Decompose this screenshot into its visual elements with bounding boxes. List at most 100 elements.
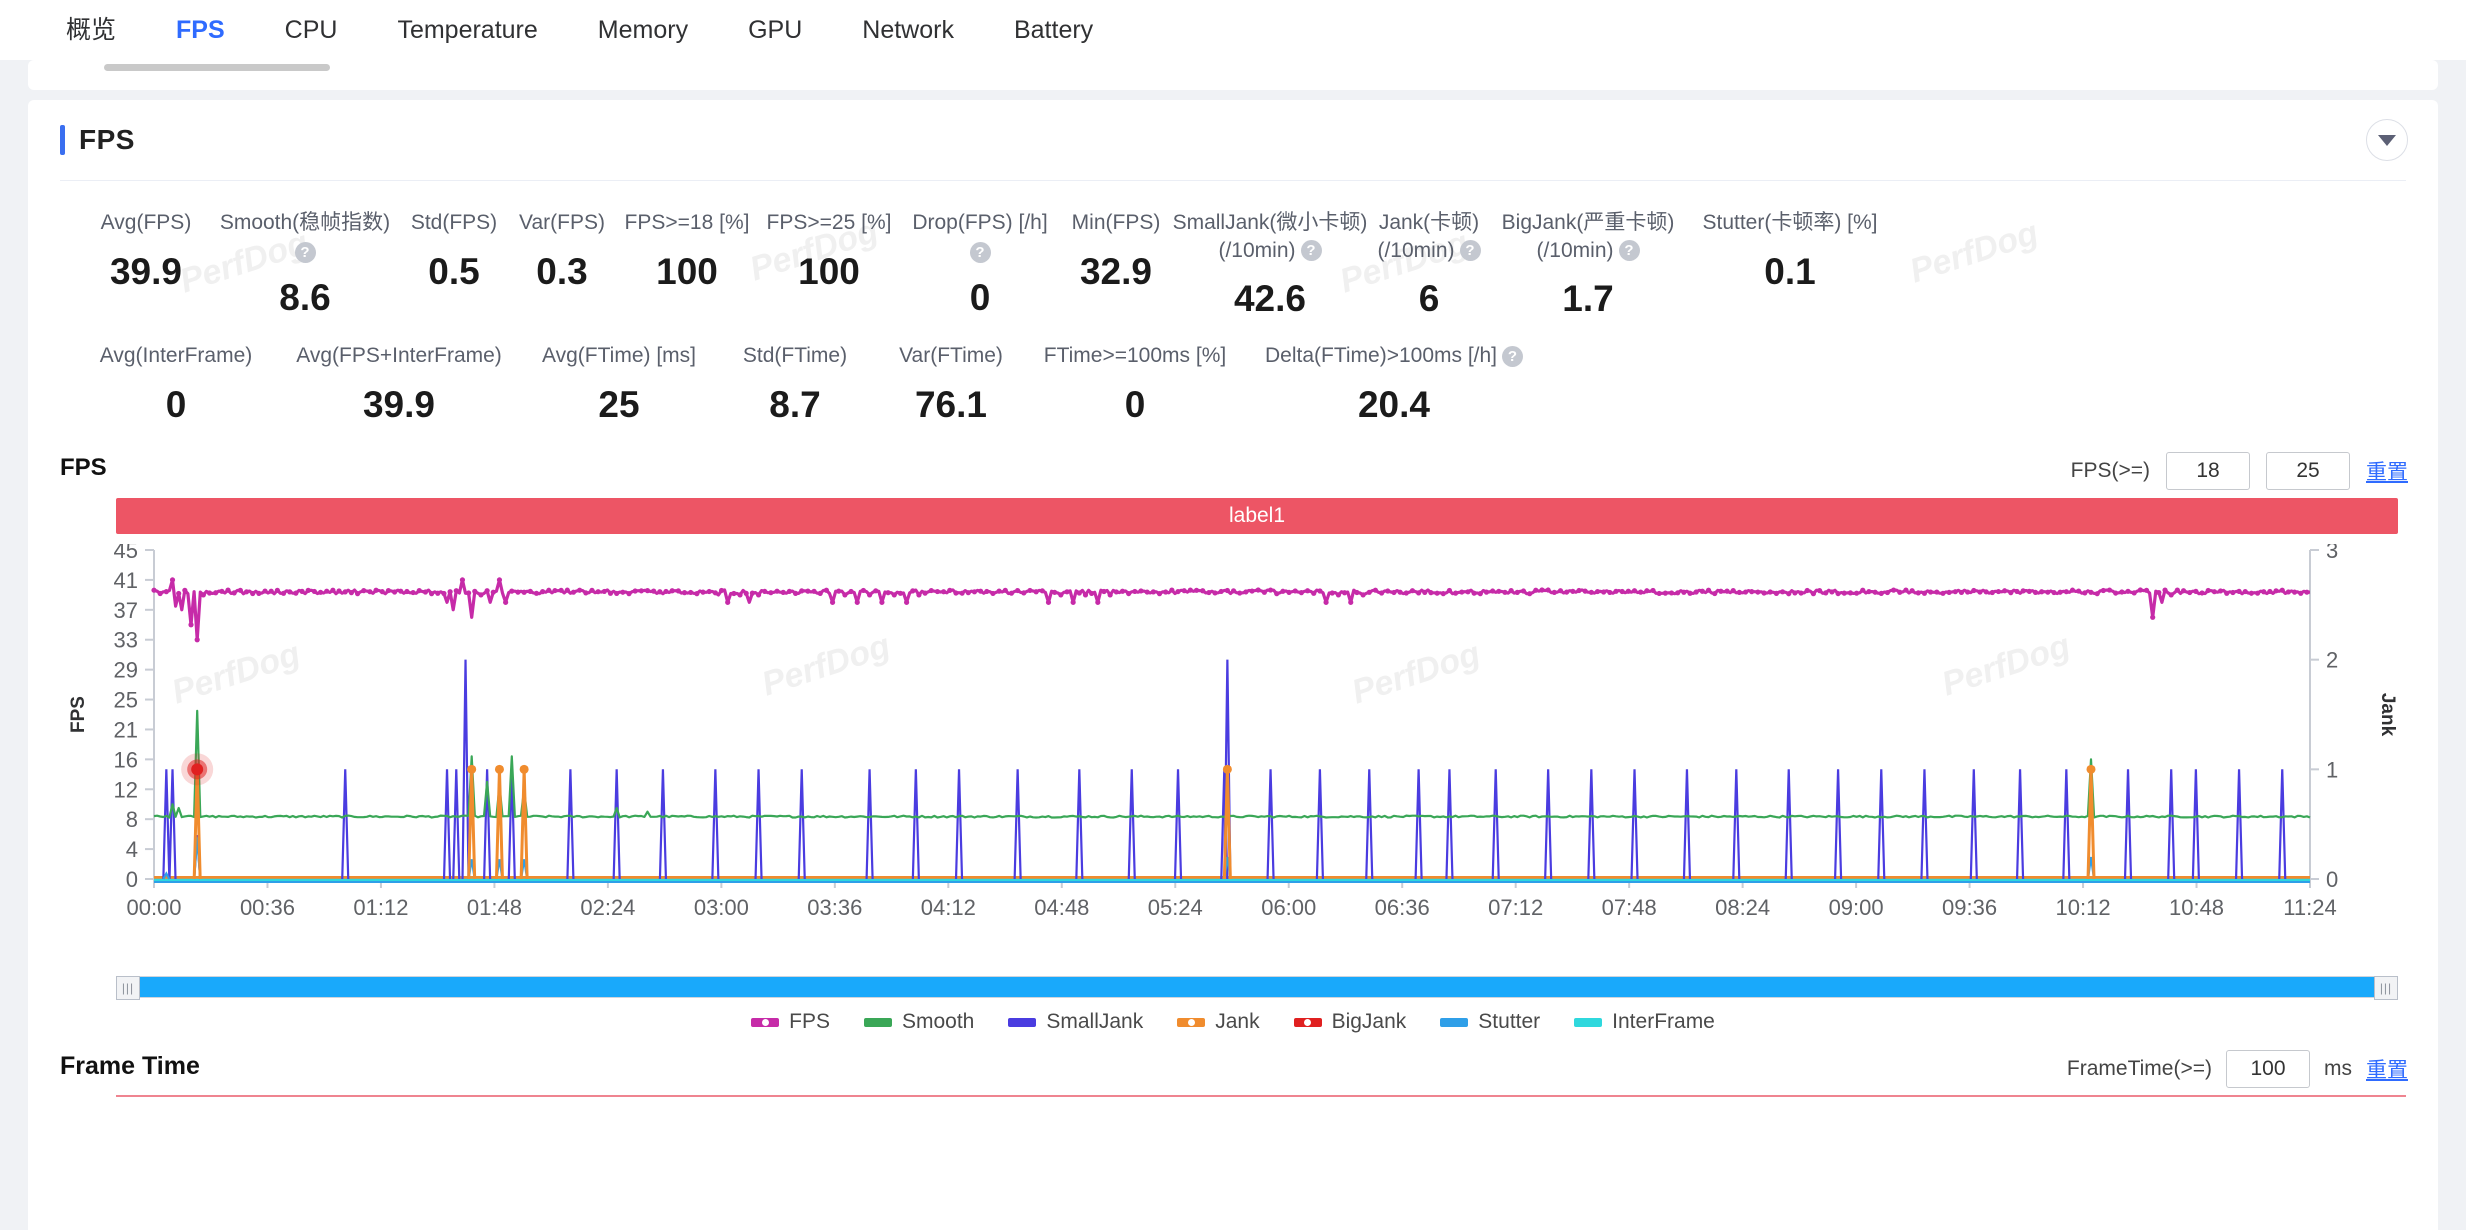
fps-threshold-label: FPS(>=) [2070,459,2150,483]
metric-label-text: Std(FTime) [742,344,848,368]
help-icon[interactable]: ? [1459,240,1481,262]
previous-card-peek [0,60,2466,90]
metric-delta-ftime-100ms-h: Delta(FTime)>100ms [/h]? 20.4 [1244,342,1544,426]
range-handle-right[interactable]: ||| [2374,976,2398,1001]
range-track[interactable]: ||| ||| [116,976,2398,1001]
svg-text:37: 37 [114,598,138,623]
tab-cpu[interactable]: CPU [255,0,368,60]
legend-label: SmallJank [1046,1010,1144,1034]
metric-label-line2: (/10min) [1536,238,1614,262]
metric-smooth: Smooth(稳帧指数)? 8.6 [210,209,400,320]
metric-label: FPS>=25 [%] [767,209,892,237]
metric-label: FTime>=100ms [%] [1044,342,1226,370]
svg-text:05:24: 05:24 [1148,895,1203,920]
legend-item-smalljank[interactable]: SmallJank [1008,1010,1143,1034]
card-header: FPS [28,100,2438,180]
metric-drop-fps-h: Drop(FPS) [/h]? 0 [900,209,1060,320]
legend-item-interframe[interactable]: InterFrame [1574,1010,1715,1034]
legend-item-stutter[interactable]: Stutter [1440,1010,1540,1034]
frame-time-reset-link[interactable]: 重置 [2366,1054,2408,1084]
metric-label-text: Min(FPS) [1071,211,1161,234]
metric-label-text: FPS>=18 [%] [624,211,750,234]
fps-threshold-input-2[interactable]: 25 [2266,452,2350,491]
help-icon[interactable]: ? [1618,240,1640,262]
metric-label-line1: Jank(卡顿) [1378,211,1480,234]
fps-chart-title: FPS [60,454,107,482]
tab-battery[interactable]: Battery [984,0,1123,60]
svg-text:09:36: 09:36 [1942,895,1997,920]
svg-text:06:00: 06:00 [1261,895,1316,920]
metric-label: Stutter(卡顿率) [%] [1702,209,1877,237]
time-range-slider[interactable]: ||| ||| [116,974,2398,1001]
metric-label: Var(FPS) [519,209,605,237]
metric-label-text: Var(FPS) [519,211,605,234]
tab-network[interactable]: Network [832,0,984,60]
legend-item-bigjank[interactable]: BigJank [1293,1010,1406,1034]
metric-avg-fps-interframe: Avg(FPS+InterFrame) 39.9 [274,342,524,426]
metric-label: Std(FPS) [411,209,497,237]
svg-text:41: 41 [114,568,138,593]
legend-swatch-icon [751,1017,780,1027]
tab-fps[interactable]: FPS [146,0,255,60]
range-handle-left[interactable]: ||| [116,976,140,1001]
tab-概览[interactable]: 概览 [36,0,146,60]
svg-text:10:48: 10:48 [2169,895,2224,920]
metric-value: 0.3 [536,250,588,292]
svg-text:29: 29 [114,658,138,683]
chart-legend: FPS Smooth SmallJank Jank BigJank Stutter Inte… [28,1010,2438,1034]
metric-value: 8.6 [279,276,331,318]
metric-label-text: Avg(InterFrame) [99,344,253,368]
svg-text:11:24: 11:24 [2283,895,2336,920]
fps-line-chart[interactable]: PerfDog PerfDog PerfDog PerfDog 0 4 8 12 16 2… [60,538,2406,944]
metric-bigjank: BigJank(严重卡顿) (/10min)? 1.7 [1490,209,1686,320]
help-icon[interactable]: ? [294,241,316,263]
metric-value: 39.9 [362,384,435,426]
help-icon[interactable]: ? [1300,240,1322,262]
svg-text:07:12: 07:12 [1488,895,1543,920]
metric-value: 32.9 [1079,250,1152,292]
metric-label: BigJank(严重卡顿) (/10min)? [1502,209,1675,264]
fps-chart-header: FPS FPS(>=) 18 25 重置 [28,430,2438,491]
svg-text:45: 45 [114,544,138,563]
legend-swatch-icon [863,1017,892,1027]
metric-fps-18: FPS>=18 [%] 100 [616,209,758,320]
metric-label: Avg(FPS) [101,209,192,237]
legend-item-jank[interactable]: Jank [1177,1010,1260,1034]
metric-value: 76.1 [914,384,987,426]
svg-text:10:12: 10:12 [2056,895,2111,920]
metric-label: Drop(FPS) [/h]? [900,209,1060,263]
svg-text:00:00: 00:00 [126,895,181,920]
metric-fps-25: FPS>=25 [%] 100 [758,209,900,320]
tab-memory[interactable]: Memory [568,0,718,60]
metric-stutter: Stutter(卡顿率) [%] 0.1 [1686,209,1894,320]
help-icon[interactable]: ? [1502,345,1524,367]
metric-label: SmallJank(微小卡顿) (/10min)? [1173,209,1368,264]
fps-threshold-input-1[interactable]: 18 [2166,452,2250,491]
metric-label-text: FTime>=100ms [%] [1043,344,1227,368]
metrics-row-primary: Avg(FPS) 39.9 Smooth(稳帧指数)? 8.6 Std(FPS) 0.5 V… [48,181,2418,324]
frame-time-threshold-controls: FrameTime(>=) 100 ms 重置 [2067,1050,2408,1089]
svg-text:01:48: 01:48 [467,895,522,920]
metric-label: Avg(InterFrame) [100,342,253,370]
frame-time-threshold-input[interactable]: 100 [2226,1050,2310,1089]
svg-text:0: 0 [2326,867,2338,892]
legend-swatch-icon [1293,1017,1322,1027]
metric-value: 100 [656,250,718,292]
svg-text:03:36: 03:36 [807,895,862,920]
legend-item-fps[interactable]: FPS [751,1010,830,1034]
metric-avg-ftime-ms: Avg(FTime) [ms] 25 [524,342,714,426]
metric-label-text: Avg(FPS) [100,211,192,234]
legend-label: InterFrame [1612,1010,1715,1034]
legend-item-smooth[interactable]: Smooth [863,1010,974,1034]
chevron-down-icon [2378,134,2396,146]
metric-avg-fps: Avg(FPS) 39.9 [82,209,210,320]
help-icon[interactable]: ? [969,241,991,263]
label-band[interactable]: label1 [116,498,2398,535]
tab-temperature[interactable]: Temperature [367,0,567,60]
metric-label-text: Drop(FPS) [/h] [912,211,1048,234]
tab-gpu[interactable]: GPU [718,0,832,60]
svg-text:04:12: 04:12 [921,895,976,920]
fps-reset-link[interactable]: 重置 [2366,456,2408,486]
collapse-toggle-button[interactable] [2366,119,2408,161]
svg-text:25: 25 [114,688,138,713]
